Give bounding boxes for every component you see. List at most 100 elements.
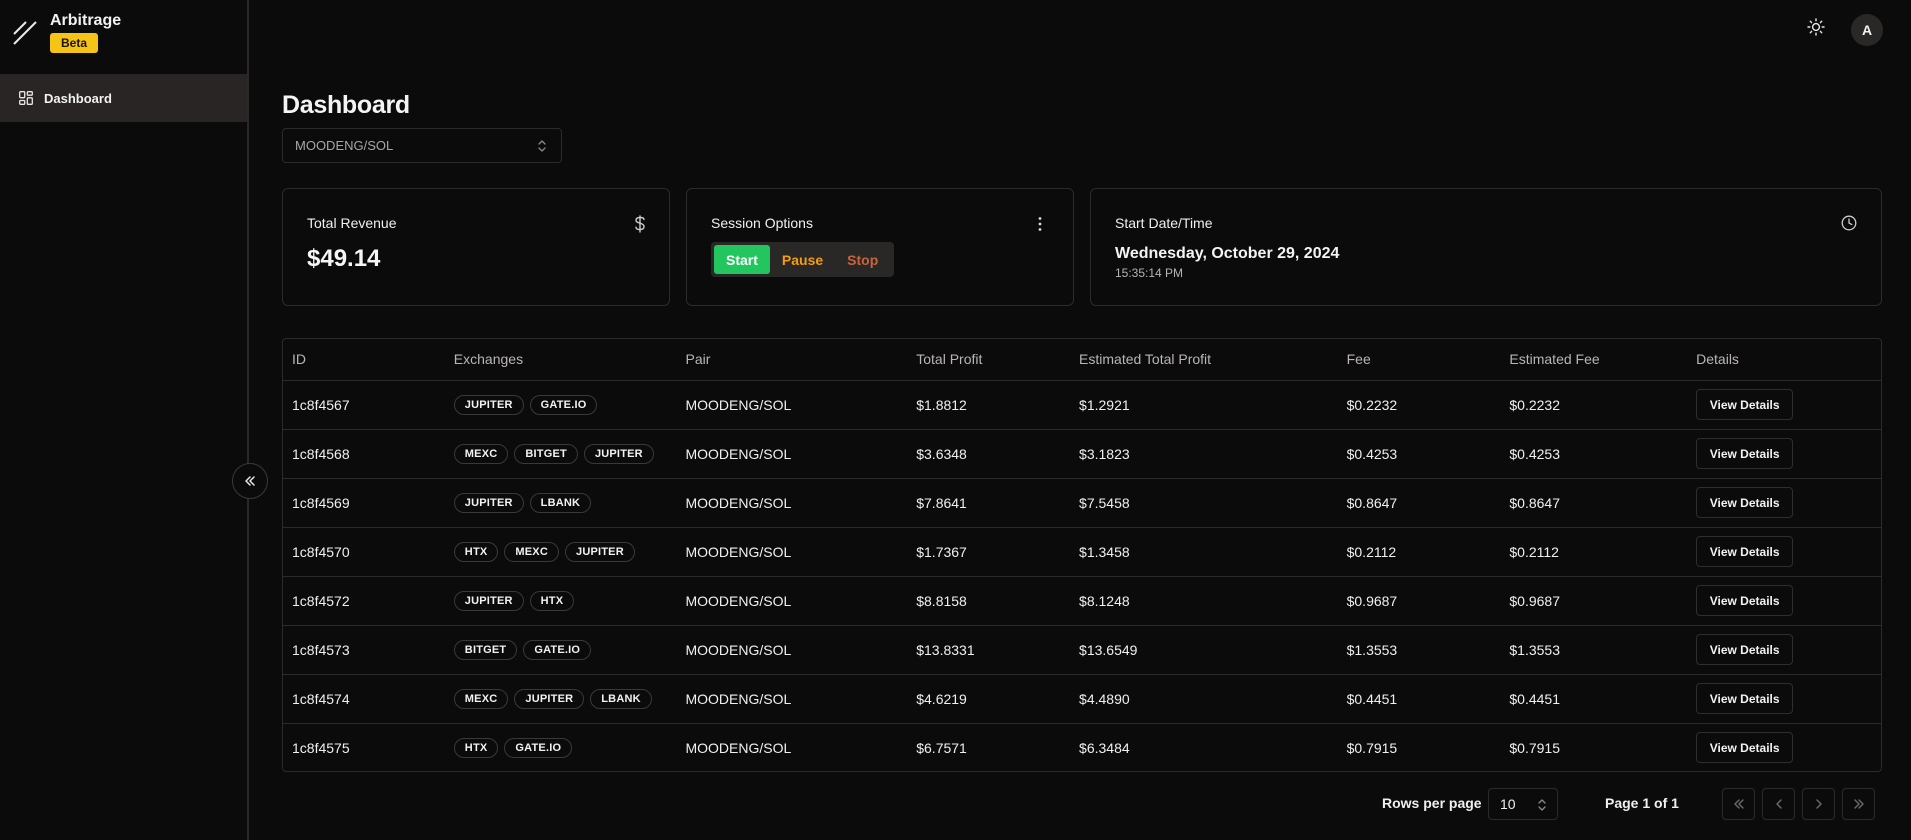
previous-page-button[interactable] bbox=[1762, 788, 1795, 820]
column-header: Estimated Total Profit bbox=[1070, 339, 1338, 381]
pair-select[interactable]: MOODENG/SOL bbox=[282, 128, 562, 163]
sidebar: Arbitrage Beta Dashboard bbox=[0, 0, 249, 840]
page-title: Dashboard bbox=[282, 91, 410, 119]
view-details-button[interactable]: View Details bbox=[1696, 536, 1794, 567]
view-details-button[interactable]: View Details bbox=[1696, 634, 1794, 665]
row-estimated-total-profit: $7.5458 bbox=[1070, 478, 1338, 528]
rows-per-page-select[interactable]: 10 bbox=[1488, 788, 1558, 820]
chevrons-left-icon bbox=[245, 476, 255, 486]
row-id: 1c8f4568 bbox=[283, 429, 445, 479]
theme-toggle-button[interactable] bbox=[1804, 15, 1828, 39]
chevrons-right-icon bbox=[1853, 799, 1864, 809]
row-details: View Details bbox=[1687, 723, 1881, 771]
row-estimated-fee: $0.8647 bbox=[1500, 478, 1688, 528]
exchange-chip: JUPITER bbox=[453, 590, 524, 611]
next-page-button[interactable] bbox=[1802, 788, 1835, 820]
exchange-chip: BITGET bbox=[453, 639, 518, 660]
view-details-button[interactable]: View Details bbox=[1696, 438, 1794, 469]
exchange-chip: HTX bbox=[453, 737, 499, 758]
more-vertical-icon[interactable] bbox=[1037, 216, 1043, 232]
dashboard-icon bbox=[19, 91, 33, 105]
exchange-chip: JUPITER bbox=[583, 443, 654, 464]
row-exchanges: MEXC BITGET JUPITER bbox=[444, 429, 677, 479]
row-total-profit: $1.7367 bbox=[907, 527, 1071, 577]
table-row: 1c8f4568 MEXC BITGET JUPITER MOODENG/SOL $3.6… bbox=[283, 429, 1881, 479]
clock-icon bbox=[1841, 215, 1857, 231]
table-row: 1c8f4573 BITGET GATE.IO MOODENG/SOL $13.8331… bbox=[283, 625, 1881, 675]
session-options-card: Session Options Start Pause Stop bbox=[686, 188, 1074, 306]
exchange-chip: JUPITER bbox=[514, 688, 585, 709]
view-details-button[interactable]: View Details bbox=[1696, 487, 1794, 518]
row-estimated-fee: $0.2232 bbox=[1500, 380, 1688, 430]
first-page-button[interactable] bbox=[1722, 788, 1755, 820]
stop-button[interactable]: Stop bbox=[835, 245, 890, 274]
exchange-chip: HTX bbox=[529, 590, 575, 611]
row-total-profit: $3.6348 bbox=[907, 429, 1071, 479]
table-header-row: ID Exchanges Pair Total Profit Estimated… bbox=[283, 339, 1881, 381]
table-row: 1c8f4569 JUPITER LBANK MOODENG/SOL $7.8641 $7… bbox=[283, 478, 1881, 528]
dollar-icon bbox=[635, 215, 645, 233]
column-header: Total Profit bbox=[907, 339, 1071, 381]
row-pair: MOODENG/SOL bbox=[685, 739, 792, 756]
exchange-chip: GATE.IO bbox=[529, 394, 598, 415]
revenue-value: $49.14 bbox=[307, 245, 381, 272]
row-details: View Details bbox=[1687, 674, 1881, 724]
row-details: View Details bbox=[1687, 478, 1881, 528]
row-pair: MOODENG/SOL bbox=[676, 625, 908, 675]
row-pair: MOODENG/SOL bbox=[676, 429, 908, 479]
session-controls: Start Pause Stop bbox=[711, 242, 894, 277]
row-total-profit: $13.8331 bbox=[907, 625, 1071, 675]
row-exchanges: JUPITER HTX bbox=[444, 576, 677, 626]
beta-badge: Beta bbox=[50, 33, 99, 53]
row-total-profit: $7.8641 bbox=[907, 478, 1071, 528]
row-details: View Details bbox=[1687, 429, 1881, 479]
column-header: ID bbox=[283, 339, 445, 381]
table-row: 1c8f4567 JUPITER GATE.IO MOODENG/SOL $1.8812… bbox=[283, 380, 1881, 430]
start-date-card: Start Date/Time Wednesday, October 29, 2… bbox=[1090, 188, 1882, 306]
column-header: Details bbox=[1687, 339, 1881, 381]
row-estimated-fee: $0.4253 bbox=[1500, 429, 1688, 479]
view-details-button[interactable]: View Details bbox=[1696, 585, 1794, 616]
brand[interactable]: Arbitrage Beta bbox=[12, 12, 121, 53]
exchange-chip: JUPITER bbox=[453, 394, 524, 415]
row-total-profit: $4.6219 bbox=[907, 674, 1071, 724]
row-pair: MOODENG/SOL bbox=[676, 527, 908, 577]
card-title: Total Revenue bbox=[307, 215, 397, 231]
avatar[interactable]: A bbox=[1851, 14, 1883, 46]
collapse-sidebar-button[interactable] bbox=[232, 463, 268, 499]
exchange-chip: HTX bbox=[453, 541, 499, 562]
chevron-up-down-icon bbox=[538, 140, 546, 152]
sidebar-item-dashboard[interactable]: Dashboard bbox=[0, 74, 247, 122]
exchange-chip: JUPITER bbox=[565, 541, 635, 562]
chevron-left-icon bbox=[1775, 799, 1782, 809]
card-title: Start Date/Time bbox=[1115, 215, 1213, 231]
row-fee: $0.8647 bbox=[1337, 478, 1501, 528]
view-details-button[interactable]: View Details bbox=[1696, 683, 1794, 714]
start-button[interactable]: Start bbox=[714, 245, 770, 274]
card-title: Session Options bbox=[711, 215, 813, 231]
row-estimated-fee: $0.7915 bbox=[1509, 739, 1560, 756]
pause-button[interactable]: Pause bbox=[770, 245, 835, 274]
row-total-profit: $1.8812 bbox=[907, 380, 1071, 430]
exchange-chip: LBANK bbox=[529, 492, 592, 513]
row-pair: MOODENG/SOL bbox=[676, 674, 908, 724]
sidebar-item-label: Dashboard bbox=[44, 90, 112, 106]
row-total-profit: $8.8158 bbox=[907, 576, 1071, 626]
brand-title: Arbitrage bbox=[50, 12, 122, 29]
row-estimated-total-profit: $1.3458 bbox=[1070, 527, 1338, 577]
row-exchanges: JUPITER LBANK bbox=[444, 478, 677, 528]
view-details-button[interactable]: View Details bbox=[1696, 389, 1794, 420]
row-details: View Details bbox=[1687, 625, 1881, 675]
row-id: 1c8f4573 bbox=[283, 625, 445, 675]
row-total-profit: $6.7571 bbox=[916, 739, 967, 756]
total-revenue-card: Total Revenue $49.14 bbox=[282, 188, 670, 306]
column-header: Estimated Fee bbox=[1500, 339, 1688, 381]
logo-icon bbox=[13, 21, 37, 45]
column-header: Exchanges bbox=[444, 339, 677, 381]
start-time: 15:35:14 PM bbox=[1115, 266, 1184, 280]
last-page-button[interactable] bbox=[1842, 788, 1875, 820]
view-details-button[interactable]: View Details bbox=[1696, 732, 1794, 764]
row-estimated-total-profit: $8.1248 bbox=[1070, 576, 1338, 626]
row-id: 1c8f4575 bbox=[292, 739, 350, 756]
table-row: 1c8f4575 HTX GATE.IO MOODENG/SOL $6.7571 $6.3… bbox=[283, 723, 1881, 771]
